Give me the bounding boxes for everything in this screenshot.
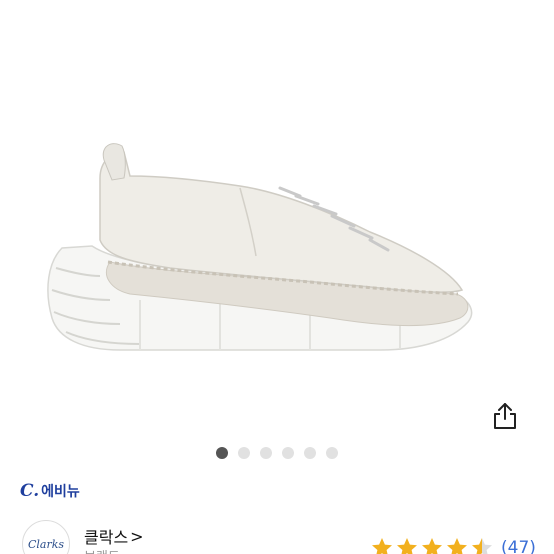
share-button[interactable] xyxy=(492,402,524,434)
carousel-dot[interactable] xyxy=(238,447,250,459)
rating[interactable]: (47) xyxy=(370,536,536,554)
carousel-dot[interactable] xyxy=(282,447,294,459)
share-icon xyxy=(494,403,516,429)
retailer-label[interactable]: C. 에비뉴 xyxy=(20,480,80,502)
chevron-right-icon: > xyxy=(130,526,144,546)
retailer-logo: C. xyxy=(20,481,40,501)
star-icon xyxy=(397,538,417,554)
carousel-dot[interactable] xyxy=(304,447,316,459)
sneaker-image xyxy=(47,143,473,351)
star-icon xyxy=(372,538,392,554)
brand-link[interactable]: 클락스 > xyxy=(84,524,144,548)
carousel-indicator xyxy=(0,446,554,460)
star-icon xyxy=(447,538,467,554)
brand-subtitle: 브랜드 xyxy=(84,546,120,554)
brand-logo[interactable]: Clarks xyxy=(22,520,70,554)
carousel-dot[interactable] xyxy=(326,447,338,459)
carousel-dot[interactable] xyxy=(216,447,228,459)
product-detail-screen: C. 에비뉴 Clarks 클락스 > 브랜드 (47) xyxy=(0,0,554,554)
retailer-name: 에비뉴 xyxy=(41,484,80,500)
product-image-area[interactable] xyxy=(0,0,554,440)
star-icon xyxy=(422,538,442,554)
star-icon xyxy=(472,538,492,554)
review-count: (47) xyxy=(501,538,536,554)
brand-name: 클락스 xyxy=(84,528,129,547)
brand-logo-text: Clarks xyxy=(27,537,65,551)
carousel-dot[interactable] xyxy=(260,447,272,459)
